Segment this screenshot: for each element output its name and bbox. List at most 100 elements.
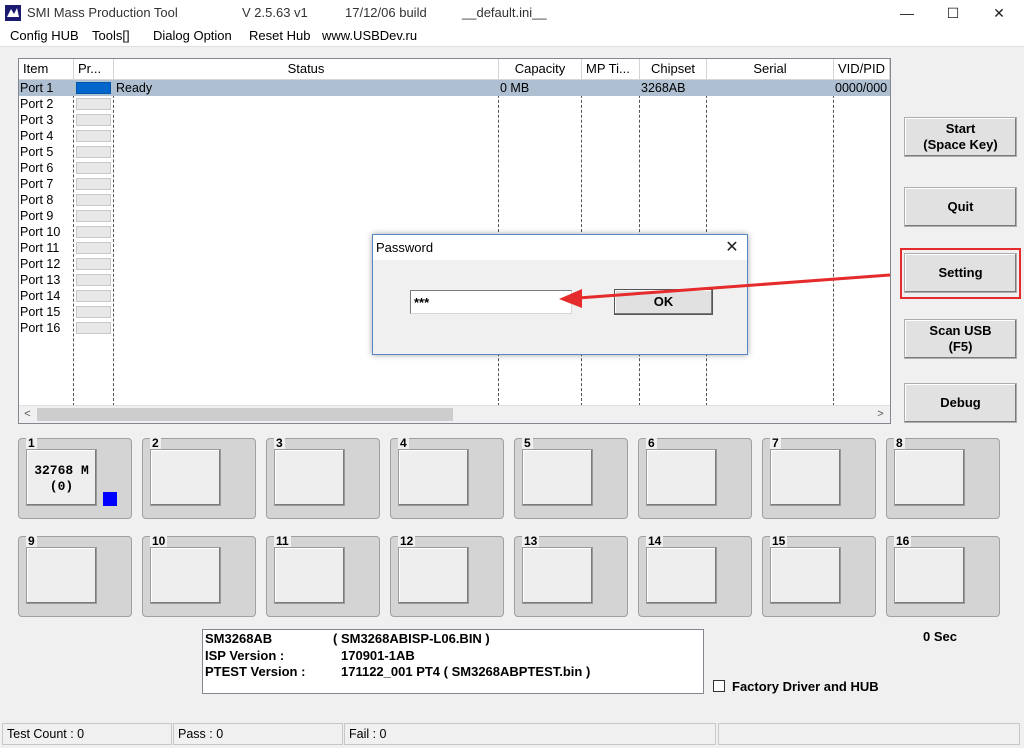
row-capacity: 0 MB xyxy=(500,81,530,95)
device-slot: 15 xyxy=(762,534,876,617)
progress-cell xyxy=(76,290,111,302)
slot-button[interactable] xyxy=(398,449,469,506)
slot-button[interactable] xyxy=(894,449,965,506)
slot-button[interactable] xyxy=(894,547,965,604)
progress-cell xyxy=(76,194,111,206)
table-row[interactable]: Port 9 xyxy=(19,208,890,224)
scan-usb-button[interactable]: Scan USB (F5) xyxy=(904,319,1017,359)
slot-number: 2 xyxy=(150,436,161,450)
slot-button[interactable] xyxy=(770,547,841,604)
ok-button[interactable]: OK xyxy=(614,289,713,315)
table-row[interactable]: Port 2 xyxy=(19,96,890,112)
col-serial[interactable]: Serial xyxy=(707,59,834,79)
col-progress[interactable]: Pr... xyxy=(74,59,114,79)
table-row[interactable]: Port 3 xyxy=(19,112,890,128)
col-status[interactable]: Status xyxy=(114,59,499,79)
slot-button[interactable] xyxy=(26,547,97,604)
menu-dialog-option[interactable]: Dialog Option xyxy=(153,28,232,43)
port-name: Port 8 xyxy=(20,193,54,207)
table-row[interactable]: Port 5 xyxy=(19,144,890,160)
device-slot: 10 xyxy=(142,534,256,617)
progress-cell xyxy=(76,178,111,190)
table-row[interactable]: Port 7 xyxy=(19,176,890,192)
table-row[interactable]: Port 6 xyxy=(19,160,890,176)
progress-cell xyxy=(76,258,111,270)
maximize-button[interactable]: ☐ xyxy=(930,0,976,26)
device-slot: 2 xyxy=(142,436,256,519)
menu-usbdev-link[interactable]: www.USBDev.ru xyxy=(322,28,417,43)
scroll-left-arrow[interactable]: < xyxy=(19,406,36,423)
start-button[interactable]: Start (Space Key) xyxy=(904,117,1017,157)
slot-button[interactable] xyxy=(522,547,593,604)
col-capacity[interactable]: Capacity xyxy=(499,59,582,79)
setting-highlight-box xyxy=(900,248,1021,299)
menu-tools[interactable]: Tools[] xyxy=(92,28,130,43)
port-name: Port 9 xyxy=(20,209,54,223)
slot-button[interactable] xyxy=(150,547,221,604)
port-name: Port 1 xyxy=(20,81,54,95)
window-build: 17/12/06 build xyxy=(345,5,427,20)
slot-number: 3 xyxy=(274,436,285,450)
slot-button[interactable]: 32768 M (0) xyxy=(26,449,97,506)
title-bar: SMI Mass Production Tool V 2.5.63 v1 17/… xyxy=(0,0,1024,26)
device-slot: 6 xyxy=(638,436,752,519)
factory-driver-label[interactable]: Factory Driver and HUB xyxy=(732,679,879,694)
slot-button[interactable] xyxy=(646,449,717,506)
dialog-title-bar: Password ✕ xyxy=(373,235,747,260)
slot-number: 4 xyxy=(398,436,409,450)
debug-button[interactable]: Debug xyxy=(904,383,1017,423)
slot-button[interactable] xyxy=(522,449,593,506)
dialog-title: Password xyxy=(376,240,434,255)
isp-file: ( SM3268ABISP-L06.BIN ) xyxy=(333,631,490,646)
menu-config-hub[interactable]: Config HUB xyxy=(10,28,79,43)
slot-button[interactable] xyxy=(398,547,469,604)
factory-driver-checkbox[interactable] xyxy=(713,680,725,692)
dialog-close-icon[interactable]: ✕ xyxy=(717,235,747,260)
chip-name: SM3268AB xyxy=(205,631,273,646)
isp-line: ISP Version : 170901-1AB xyxy=(205,648,415,664)
password-input[interactable] xyxy=(410,290,572,314)
slot-button[interactable] xyxy=(150,449,221,506)
menu-bar: Config HUB Tools[] Dialog Option Reset H… xyxy=(0,26,1024,47)
col-vidpid[interactable]: VID/PID xyxy=(834,59,890,79)
device-slot: 4 xyxy=(390,436,504,519)
port-name: Port 6 xyxy=(20,161,54,175)
col-chipset[interactable]: Chipset xyxy=(640,59,707,79)
row-status: Ready xyxy=(116,81,153,95)
port-name: Port 14 xyxy=(20,289,61,303)
device-slot: 9 xyxy=(18,534,132,617)
app-icon xyxy=(5,5,21,21)
table-row[interactable]: Port 1 Ready 0 MB 3268AB 0000/000 xyxy=(19,80,890,96)
port-name: Port 2 xyxy=(20,97,54,111)
close-button[interactable]: ✕ xyxy=(976,0,1022,26)
menu-reset-hub[interactable]: Reset Hub xyxy=(249,28,310,43)
port-name: Port 16 xyxy=(20,321,61,335)
table-row[interactable]: Port 8 xyxy=(19,192,890,208)
minimize-button[interactable]: — xyxy=(884,0,930,26)
horizontal-scrollbar[interactable]: < > xyxy=(19,405,890,423)
list-header: Item Pr... Status Capacity MP Ti... Chip… xyxy=(19,59,890,80)
isp-value: 170901-1AB xyxy=(341,648,415,663)
scroll-thumb[interactable] xyxy=(37,408,453,421)
slot-number: 16 xyxy=(894,534,912,548)
firmware-info-panel: SM3268AB ( SM3268ABISP-L06.BIN ) ISP Ver… xyxy=(202,629,704,694)
col-mp-time[interactable]: MP Ti... xyxy=(582,59,640,79)
progress-cell xyxy=(76,322,111,334)
slot-button[interactable] xyxy=(770,449,841,506)
row-vidpid: 0000/000 xyxy=(835,81,888,95)
slot-button[interactable] xyxy=(646,547,717,604)
port-name: Port 5 xyxy=(20,145,54,159)
debug-label: Debug xyxy=(940,395,981,410)
slot-button[interactable] xyxy=(274,449,345,506)
progress-cell xyxy=(76,130,111,142)
isp-label: ISP Version : xyxy=(205,648,285,663)
table-row[interactable]: Port 4 xyxy=(19,128,890,144)
scroll-right-arrow[interactable]: > xyxy=(872,406,889,423)
col-item[interactable]: Item xyxy=(19,59,74,79)
slot-number: 12 xyxy=(398,534,416,548)
progress-cell xyxy=(76,274,111,286)
slot-number: 11 xyxy=(274,534,291,548)
row-chipset: 3268AB xyxy=(641,81,686,95)
slot-button[interactable] xyxy=(274,547,345,604)
quit-button[interactable]: Quit xyxy=(904,187,1017,227)
